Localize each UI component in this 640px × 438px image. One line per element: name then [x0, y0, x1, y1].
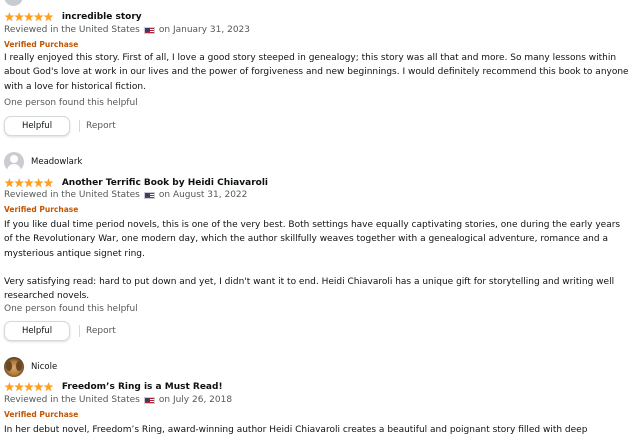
review-paragraph: If you like dual time period novels, thi…: [4, 220, 621, 259]
star-rating: ★ ★ ★ ★ ★: [4, 176, 54, 190]
review-meta: Reviewed in the United States on July 26…: [4, 395, 232, 405]
verified-purchase-badge: Verified Purchase: [4, 205, 79, 214]
star-icon: ★: [43, 176, 54, 190]
review-paragraph: Very satisfying read: hard to put down a…: [4, 276, 615, 302]
verified-purchase-badge: Verified Purchase: [4, 410, 79, 419]
review-title[interactable]: Another Terrific Book by Heidi Chiavarol…: [62, 178, 268, 188]
review-paragraph: I really enjoyed this story. First of al…: [4, 53, 629, 92]
review-actions: Helpful Report: [4, 321, 116, 341]
helpful-count: One person found this helpful: [4, 304, 138, 314]
report-link[interactable]: Report: [86, 326, 116, 336]
divider: [79, 325, 80, 337]
reviewer-profile[interactable]: Nicole: [4, 357, 57, 377]
review-body: I really enjoyed this story. First of al…: [4, 51, 630, 94]
avatar: [4, 357, 24, 377]
reviewed-location: Reviewed in the United States: [4, 25, 140, 35]
avatar: [4, 152, 24, 172]
reviewed-location: Reviewed in the United States: [4, 190, 140, 200]
review-date: on July 26, 2018: [158, 395, 233, 405]
review-paragraph: In her debut novel, Freedom’s Ring, awar…: [4, 425, 588, 435]
divider: [79, 120, 80, 132]
star-icon: ★: [43, 380, 54, 394]
star-icon: ★: [43, 10, 54, 24]
review-date: on August 31, 2022: [158, 190, 248, 200]
avatar: [4, 0, 23, 6]
review-date: on January 31, 2023: [158, 25, 251, 35]
reviewer-profile-cutoff[interactable]: [4, 0, 23, 6]
us-flag-icon: [143, 191, 155, 199]
review-title-row[interactable]: ★ ★ ★ ★ ★ Freedom’s Ring is a Must Read!: [4, 380, 223, 394]
reviewer-name[interactable]: Meadowlark: [31, 157, 82, 167]
helpful-button[interactable]: Helpful: [4, 321, 70, 341]
review-title[interactable]: incredible story: [62, 12, 142, 22]
review-body: In her debut novel, Freedom’s Ring, awar…: [4, 423, 630, 438]
review-meta: Reviewed in the United States on January…: [4, 25, 250, 35]
reviewer-profile[interactable]: Meadowlark: [4, 152, 82, 172]
review-title[interactable]: Freedom’s Ring is a Must Read!: [62, 382, 223, 392]
review-title-row[interactable]: ★ ★ ★ ★ ★ Another Terrific Book by Heidi…: [4, 176, 268, 190]
star-rating: ★ ★ ★ ★ ★: [4, 380, 54, 394]
us-flag-icon: [143, 26, 155, 34]
verified-purchase-badge: Verified Purchase: [4, 40, 79, 49]
us-flag-icon: [143, 396, 155, 404]
report-link[interactable]: Report: [86, 121, 116, 131]
review-actions: Helpful Report: [4, 116, 116, 136]
review-meta: Reviewed in the United States on August …: [4, 190, 247, 200]
reviewed-location: Reviewed in the United States: [4, 395, 140, 405]
review-title-row[interactable]: ★ ★ ★ ★ ★ incredible story: [4, 10, 142, 24]
helpful-count: One person found this helpful: [4, 98, 138, 108]
star-rating: ★ ★ ★ ★ ★: [4, 10, 54, 24]
review-body: If you like dual time period novels, thi…: [4, 218, 630, 303]
helpful-button[interactable]: Helpful: [4, 116, 70, 136]
reviewer-name[interactable]: Nicole: [31, 362, 57, 372]
reviews-page: ★ ★ ★ ★ ★ incredible story Reviewed in t…: [0, 0, 640, 438]
